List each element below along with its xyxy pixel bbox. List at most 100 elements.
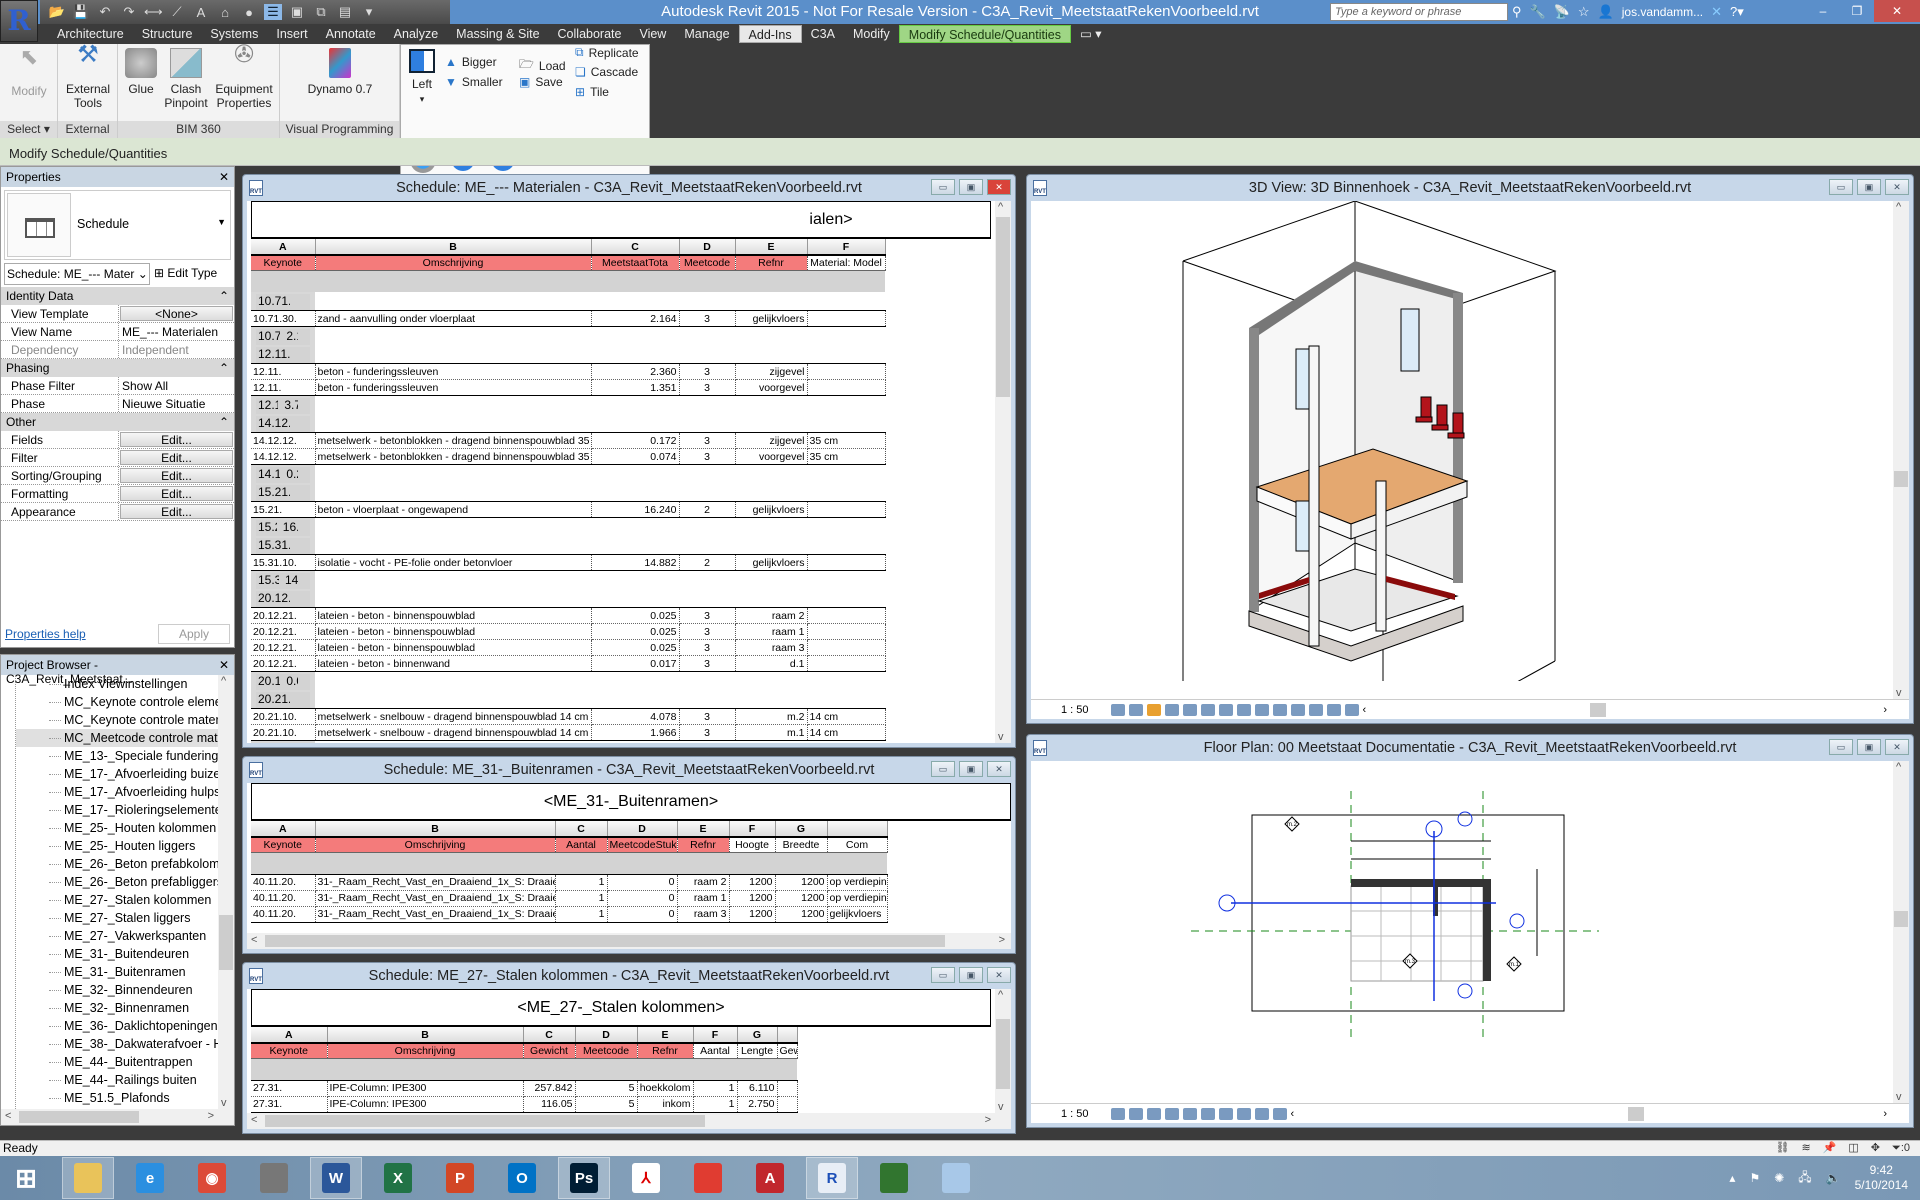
tab-add-ins[interactable]: Add-Ins [738,25,802,43]
search-input[interactable]: Type a keyword or phrase [1330,3,1508,21]
table-cell[interactable]: 15.21. [251,501,316,518]
table-cell[interactable]: beton - vloerplaat - ongewapend [315,501,592,518]
table-cell[interactable]: raam 1 [735,623,808,640]
table-row[interactable]: 40.11.20. 31-_Raam_Recht_Vast_en_Draaiend… [251,873,888,891]
table-cell[interactable]: 40.11.20. [251,873,316,891]
column-letter[interactable]: A [251,821,316,837]
view-scale[interactable]: 1 : 50 [1061,1108,1089,1120]
group-row[interactable]: 20.12.21.: 40.093 [251,672,315,690]
table-cell[interactable]: 1200 [729,873,776,891]
vertical-scrollbar[interactable]: ^ v [995,201,1011,743]
group-row[interactable]: 15.31.10.: 1 14.882 [251,571,315,589]
collapse-icon[interactable]: ⌃ [219,361,229,375]
table-cell[interactable]: 12.11. [251,379,316,396]
column-letter[interactable] [827,821,888,837]
column-letter[interactable]: A [251,1027,328,1043]
instance-selector[interactable]: Schedule: ME_--- Mater ⌄ [4,263,150,285]
temporary-hide-icon[interactable] [1254,703,1269,716]
column-header[interactable]: Refnr [637,1042,694,1059]
table-cell[interactable]: beton - funderingssleuven [315,363,592,380]
table-row[interactable]: 10.71.30. zand - aanvulling onder vloerpl… [251,310,886,327]
analytical-model-icon[interactable] [1290,703,1305,716]
table-cell[interactable]: 10.71.30. [251,310,316,327]
table-cell[interactable]: 0.093 [284,674,298,690]
table-cell[interactable] [306,467,310,483]
undo-icon[interactable]: ↶ [96,4,114,20]
user-interface-icon[interactable]: ▤ [336,4,354,20]
browser-item[interactable]: Index Viewinstellingen [16,675,218,693]
tab-massing-site[interactable]: Massing & Site [447,25,548,43]
table-cell[interactable]: 31-_Raam_Recht_Vast_en_Draaiend_1x_S: Dr… [315,890,556,907]
table-cell[interactable]: 2 [679,501,736,518]
table-cell[interactable]: 1200 [729,890,776,907]
table-row[interactable]: 40.11.20. 31-_Raam_Recht_Vast_en_Draaiend… [251,906,888,923]
table-cell[interactable]: 14.12.12. [251,432,316,449]
column-header[interactable]: MeetcodeStuks [607,836,678,853]
save-layout-button[interactable]: ▣ Save [519,75,563,89]
thin-lines-icon[interactable]: ☰ [264,4,282,20]
scroll-right-icon[interactable]: › [1883,704,1887,716]
table-cell[interactable]: 31-_Raam_Recht_Vast_en_Draaiend_1x_S: Dr… [315,873,556,891]
property-group[interactable]: Phasing ⌃ [1,359,234,377]
table-cell[interactable]: 3 [679,655,736,672]
select-dropdown[interactable]: Select ▾ [0,121,57,138]
column-header[interactable]: Gewicht [523,1042,576,1059]
table-cell[interactable]: 16.240 [591,501,680,518]
close-button[interactable]: ✕ [987,179,1011,195]
table-cell[interactable]: 15.31.10. [256,538,290,554]
taskbar-revit[interactable]: R [806,1157,858,1199]
table-row[interactable]: 40.11.20. 31-_Raam_Recht_Vast_en_Draaiend… [251,890,888,907]
table-cell[interactable]: 20.21.10. [256,692,290,708]
property-value[interactable]: Nieuwe Situatie [119,395,234,412]
table-cell[interactable]: 16.240 [280,520,298,536]
table-cell[interactable]: metselwerk - betonblokken - dragend binn… [315,448,592,465]
column-header[interactable]: Aantal [693,1042,738,1059]
tab-insert[interactable]: Insert [267,25,316,43]
close-button[interactable]: ✕ [987,967,1011,983]
table-cell[interactable]: m.2 [735,708,808,725]
column-header[interactable]: Lengte [737,1042,778,1059]
table-cell[interactable]: 5 [575,1096,638,1113]
properties-help-link[interactable]: Properties help [5,627,86,641]
column-header[interactable]: Com [827,836,888,853]
vertical-scrollbar[interactable]: ^ v [995,989,1011,1113]
property-edit-button[interactable]: <None> [120,306,233,321]
table-cell[interactable]: 1200 [775,890,828,907]
group-row[interactable]: 10.71.30. [251,292,315,310]
column-header[interactable]: Gew [777,1042,798,1059]
table-cell[interactable]: 20.21.10. [251,724,316,741]
table-cell[interactable]: 2.164 [591,310,680,327]
browser-item[interactable]: ME_13-_Speciale funderingen [16,747,218,765]
table-cell[interactable]: op verdieping [827,873,888,891]
table-cell[interactable]: 3 [679,639,736,656]
visual-style-icon[interactable] [1128,1107,1143,1120]
shadows-icon[interactable] [1164,1107,1179,1120]
3d-view-icon[interactable]: ⌂ [216,5,234,20]
collapse-icon[interactable]: ⌃ [219,415,229,429]
table-cell[interactable] [306,674,310,690]
table-cell[interactable] [306,398,310,414]
minimize-button[interactable]: ▭ [931,179,955,195]
view-scale[interactable]: 1 : 50 [1061,704,1089,716]
collapse-icon[interactable]: ⌃ [219,289,229,303]
rendering-icon[interactable] [1182,703,1197,716]
table-cell[interactable]: 20.12.21. [251,639,316,656]
browser-item[interactable]: ME_51.5_Plafonds [16,1089,218,1107]
crop-view-icon[interactable] [1200,703,1215,716]
group-row[interactable]: 15.21.: 116.240 [251,518,315,536]
browser-item[interactable]: ME_27-_Stalen liggers [16,909,218,927]
taskbar-chrome[interactable]: ◉ [186,1157,238,1199]
switch-windows-icon[interactable]: ⧉ [312,4,330,20]
column-letter[interactable]: C [591,239,680,255]
property-value[interactable]: Show All [119,377,234,394]
table-cell[interactable]: 14.882 [283,573,298,589]
table-row[interactable]: 27.31. IPE-Column: IPE300 116.05 5 inkom 1 2.7… [251,1096,798,1113]
minimize-ribbon-icon[interactable]: ▭ ▾ [1071,25,1111,43]
visual-style-icon[interactable] [1128,703,1143,716]
browser-item[interactable]: ME_44-_Buitentrappen [16,1053,218,1071]
table-cell[interactable]: lateien - beton - binnenspouwblad [315,623,592,640]
table-cell[interactable]: IPE-Column: IPE300 [327,1096,524,1113]
table-cell[interactable]: 3 [679,708,736,725]
column-header[interactable]: Material: Model [807,254,886,271]
table-cell[interactable]: 3 [679,448,736,465]
